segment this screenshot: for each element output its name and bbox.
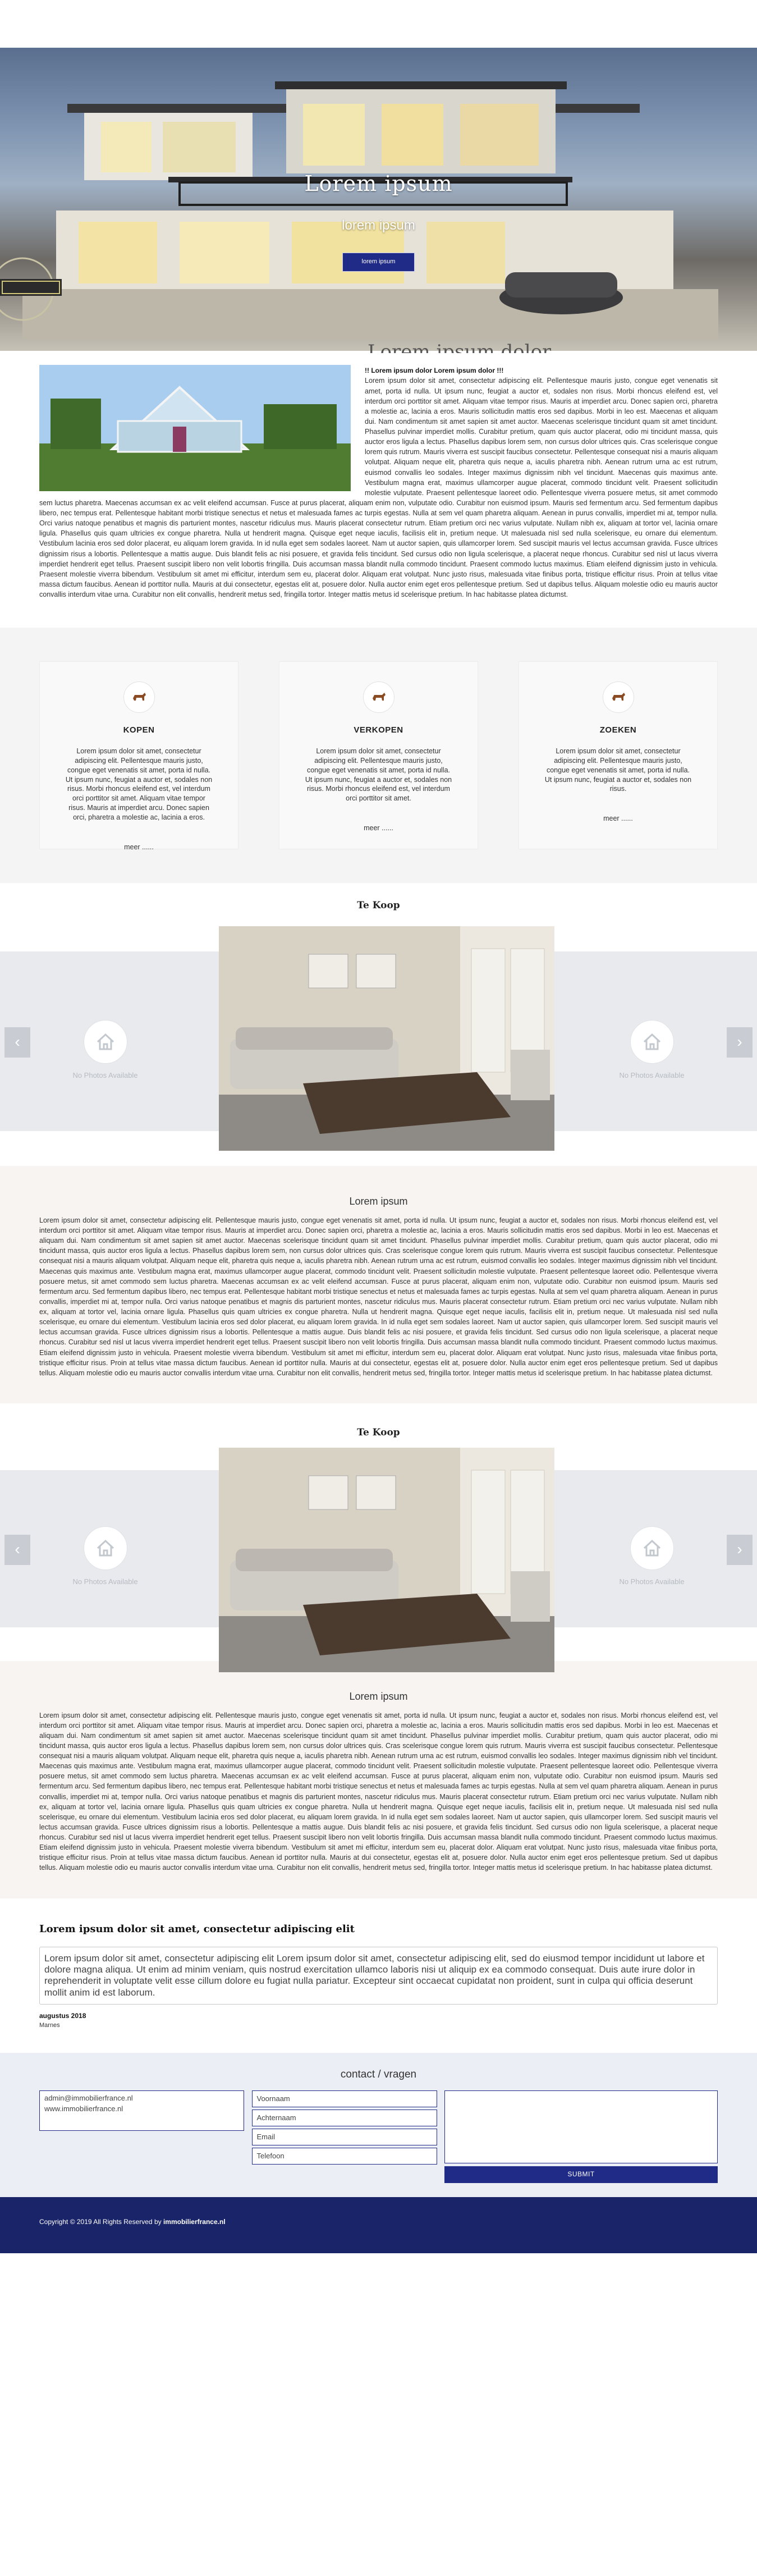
testimonial-quote: Lorem ipsum dolor sit amet, consectetur … bbox=[39, 1946, 718, 2005]
intro-section: Lorem ipsum dolor !! Lorem ipsum dolor L… bbox=[0, 341, 757, 628]
slide-placeholder: No Photos Available bbox=[0, 951, 210, 1131]
contact-section: contact / vragen admin@immobilierfrance.… bbox=[0, 2052, 757, 2198]
contact-email-link[interactable]: admin@immobilierfrance.nl bbox=[44, 2093, 239, 2104]
slide-placeholder: No Photos Available bbox=[0, 1470, 210, 1627]
te-koop-title: Te Koop bbox=[357, 1426, 400, 1438]
lorem-title: Lorem ipsum bbox=[349, 1690, 408, 1702]
voornaam-field[interactable]: Voornaam bbox=[251, 2090, 437, 2108]
card-more-link[interactable]: meer ...... bbox=[519, 813, 717, 823]
hero-button[interactable]: lorem ipsum bbox=[342, 252, 415, 272]
animal-icon bbox=[363, 681, 394, 713]
message-textarea[interactable] bbox=[444, 2090, 718, 2164]
footer: Copyright © 2019 All Rights Reserved by … bbox=[0, 2197, 757, 2254]
no-photos-label: No Photos Available bbox=[72, 1577, 138, 1586]
house-icon bbox=[630, 1019, 674, 1064]
no-photos-label: No Photos Available bbox=[619, 1070, 685, 1079]
lorem-title: Lorem ipsum bbox=[349, 1195, 408, 1207]
contact-website-link[interactable]: www.immobilierfrance.nl bbox=[44, 2104, 239, 2115]
card-text: Lorem ipsum dolor sit amet, consectetur … bbox=[65, 747, 213, 822]
intro-title: Lorem ipsum dolor bbox=[368, 341, 552, 353]
house-icon bbox=[83, 1019, 127, 1064]
testimonial-heading: Lorem ipsum dolor sit amet, consectetur … bbox=[39, 1923, 355, 1935]
contact-fields: Voornaam Achternaam Email Telefoon bbox=[251, 2090, 437, 2183]
hero-title: Lorem ipsum bbox=[304, 171, 453, 196]
submit-button[interactable]: SUBMIT bbox=[444, 2166, 718, 2184]
email-field[interactable]: Email bbox=[251, 2129, 437, 2146]
card-kopen: KOPEN Lorem ipsum dolor sit amet, consec… bbox=[39, 661, 238, 852]
testimonial-section: Lorem ipsum dolor sit amet, consectetur … bbox=[0, 1898, 757, 2053]
property-slider: No Photos Available No Photos Available … bbox=[0, 926, 757, 1151]
card-title: ZOEKEN bbox=[599, 725, 637, 735]
card-text: Lorem ipsum dolor sit amet, consectetur … bbox=[544, 747, 692, 793]
contact-title: contact / vragen bbox=[340, 2068, 417, 2080]
testimonial-author: Marnes bbox=[39, 2021, 60, 2029]
card-title: VERKOPEN bbox=[354, 725, 403, 735]
lorem-body: Lorem ipsum dolor sit amet, consectetur … bbox=[39, 1216, 718, 1377]
property-slider: No Photos Available No Photos Available … bbox=[0, 1447, 757, 1672]
living-room-photo bbox=[219, 1447, 554, 1672]
living-room-photo bbox=[219, 926, 554, 1151]
animal-icon bbox=[123, 681, 155, 713]
copyright-text: Copyright © 2019 All Rights Reserved by bbox=[39, 2218, 163, 2226]
hero-banner: Lorem ipsum lorem ipsum lorem ipsum bbox=[0, 48, 757, 351]
slider-next-arrow[interactable]: › bbox=[727, 1027, 753, 1058]
te-koop-title: Te Koop bbox=[357, 900, 400, 912]
card-more-link[interactable]: meer ...... bbox=[40, 842, 238, 852]
lorem-body: Lorem ipsum dolor sit amet, consectetur … bbox=[39, 1711, 718, 1872]
card-text: Lorem ipsum dolor sit amet, consectetur … bbox=[305, 747, 452, 803]
lorem-section: Lorem ipsum Lorem ipsum dolor sit amet, … bbox=[0, 1165, 757, 1403]
contact-address-box: admin@immobilierfrance.nl www.immobilier… bbox=[39, 2090, 244, 2131]
animal-icon bbox=[602, 681, 634, 713]
slider-prev-arrow[interactable]: ‹ bbox=[4, 1534, 30, 1565]
telefoon-field[interactable]: Telefoon bbox=[251, 2148, 437, 2165]
card-more-link[interactable]: meer ...... bbox=[279, 823, 478, 833]
house-icon bbox=[83, 1526, 127, 1570]
hero-subtitle: lorem ipsum bbox=[342, 218, 415, 234]
house-icon bbox=[630, 1526, 674, 1570]
service-cards: KOPEN Lorem ipsum dolor sit amet, consec… bbox=[0, 628, 757, 884]
glass-house-image bbox=[39, 365, 351, 491]
no-photos-label: No Photos Available bbox=[72, 1070, 138, 1079]
card-verkopen: VERKOPEN Lorem ipsum dolor sit amet, con… bbox=[279, 661, 478, 850]
testimonial-date: augustus 2018 bbox=[39, 2012, 86, 2020]
contact-message-column: SUBMIT bbox=[444, 2090, 718, 2184]
card-title: KOPEN bbox=[123, 725, 155, 735]
no-photos-label: No Photos Available bbox=[619, 1577, 685, 1586]
achternaam-field[interactable]: Achternaam bbox=[251, 2110, 437, 2127]
slider-prev-arrow[interactable]: ‹ bbox=[4, 1027, 30, 1058]
top-bar bbox=[0, 0, 757, 48]
footer-brand-link[interactable]: immobilierfrance.nl bbox=[163, 2218, 226, 2226]
slide-placeholder: No Photos Available bbox=[547, 951, 757, 1131]
slide-placeholder: No Photos Available bbox=[547, 1470, 757, 1627]
slider-next-arrow[interactable]: › bbox=[727, 1534, 753, 1565]
lorem-section: Lorem ipsum Lorem ipsum dolor sit amet, … bbox=[0, 1660, 757, 1898]
card-zoeken: ZOEKEN Lorem ipsum dolor sit amet, conse… bbox=[519, 661, 718, 850]
